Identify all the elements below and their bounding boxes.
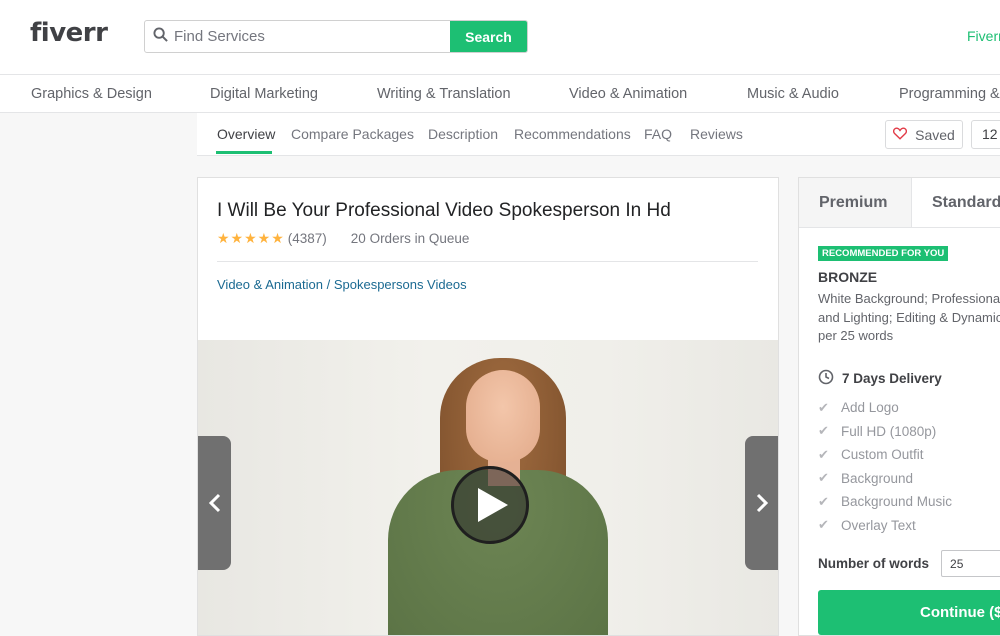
category-video-animation[interactable]: Video & Animation [569,86,687,102]
feature-label: Add Logo [841,400,899,416]
fiverr-pro-link[interactable]: Fiverr [967,28,1000,44]
feature-item: ✔ Full HD (1080p) [818,420,952,444]
gig-video[interactable] [198,340,778,635]
number-of-words-row: Number of words [818,550,1000,577]
feature-label: Overlay Text [841,517,916,533]
number-of-words-label: Number of words [818,556,930,571]
feature-label: Background [841,470,914,486]
saved-count: 12 [971,120,1000,149]
tab-description[interactable]: Description [428,126,498,142]
next-slide-button[interactable] [745,436,778,570]
search-icon [153,26,168,47]
rating-row: ★★★★★ (4387) 20 Orders in Queue [217,230,469,247]
rating-count[interactable]: (4387) [288,231,327,246]
left-gutter [0,113,197,636]
package-name: BRONZE [818,269,878,285]
orders-in-queue: 20 Orders in Queue [350,231,470,246]
search-field[interactable] [145,21,450,52]
top-header: fiverr Search Fiverr [0,0,1000,74]
delivery-label: 7 Days Delivery [842,371,942,386]
previous-slide-button[interactable] [198,436,231,570]
saved-label: Saved [915,126,955,143]
feature-item: ✔ Overlay Text [818,514,952,538]
feature-item: ✔ Add Logo [818,396,952,420]
search-bar: Search [144,20,528,53]
check-icon: ✔ [818,493,829,509]
breadcrumb[interactable]: Video & Animation / Spokespersons Videos [217,277,467,292]
category-graphics-design[interactable]: Graphics & Design [31,86,152,102]
tab-premium[interactable]: Premium [799,178,912,227]
play-button[interactable] [451,466,529,544]
tab-standard[interactable]: Standard [912,178,1000,227]
saved-button[interactable]: Saved [885,120,963,149]
gig-subnav: Overview Compare Packages Description Re… [197,113,1000,156]
fiverr-logo[interactable]: fiverr [30,18,108,48]
clock-icon [818,369,834,388]
gig-title: I Will Be Your Professional Video Spokes… [217,200,671,221]
category-writing-translation[interactable]: Writing & Translation [377,86,511,102]
feature-label: Full HD (1080p) [841,423,937,439]
search-input[interactable] [168,28,428,45]
package-tabs: Premium Standard [799,178,1000,228]
recommended-badge: RECOMMENDED FOR YOU [818,246,949,261]
check-icon: ✔ [818,517,829,533]
check-icon: ✔ [818,470,829,486]
continue-button[interactable]: Continue ($ [818,590,1000,635]
chevron-left-icon [208,493,220,513]
check-icon: ✔ [818,399,829,415]
feature-item: ✔ Background Music [818,490,952,514]
tab-recommendations[interactable]: Recommendations [514,126,631,142]
feature-label: Background Music [841,494,953,510]
gig-card: I Will Be Your Professional Video Spokes… [197,177,779,636]
category-programming[interactable]: Programming & [899,86,1000,102]
check-icon: ✔ [818,446,829,462]
active-tab-indicator [216,151,272,154]
tab-reviews[interactable]: Reviews [690,126,743,142]
feature-item: ✔ Custom Outfit [818,443,952,467]
category-digital-marketing[interactable]: Digital Marketing [210,86,318,102]
package-panel: Premium Standard RECOMMENDED FOR YOU BRO… [798,177,1000,636]
heart-icon [893,127,908,143]
tab-compare-packages[interactable]: Compare Packages [291,126,414,142]
category-music-audio[interactable]: Music & Audio [747,86,839,102]
play-icon [478,488,508,522]
check-icon: ✔ [818,423,829,439]
number-of-words-input[interactable] [941,550,1000,577]
tab-faq[interactable]: FAQ [644,126,672,142]
search-button[interactable]: Search [450,21,527,52]
feature-list: ✔ Add Logo ✔ Full HD (1080p) ✔ Custom Outfi… [818,396,952,537]
category-nav: Graphics & Design Digital Marketing Writ… [0,74,1000,113]
feature-label: Custom Outfit [841,447,924,463]
chevron-right-icon [756,493,768,513]
star-rating: ★★★★★ [217,230,285,246]
delivery-time: 7 Days Delivery [818,369,942,388]
feature-item: ✔ Background [818,467,952,491]
divider [217,261,758,262]
package-description: White Background; Professional and Light… [818,291,1000,343]
tab-overview[interactable]: Overview [217,126,275,142]
video-person-face [466,370,540,462]
